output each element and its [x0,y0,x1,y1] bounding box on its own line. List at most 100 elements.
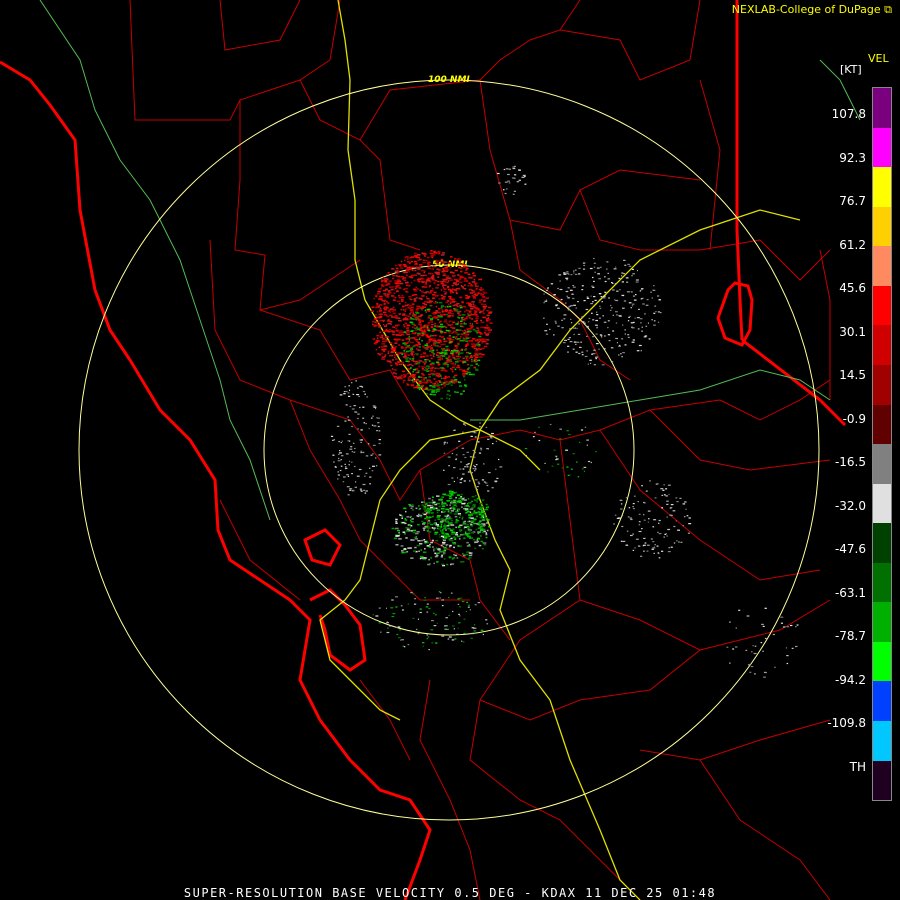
echo-pixel [478,331,482,334]
echo-pixel [410,341,414,344]
echo-pixel [410,592,413,594]
echo-pixel [395,535,399,537]
echo-pixel [410,383,415,386]
echo-pixel [340,459,342,461]
echo-pixel [397,626,401,628]
echo-pixel [431,321,433,323]
echo-pixel [565,277,569,279]
echo-pixel [446,337,449,339]
echo-pixel [547,471,549,473]
echo-pixel [421,501,423,503]
echo-pixel [410,521,414,523]
echo-pixel [638,513,641,515]
echo-pixel [482,514,484,516]
echo-pixel [559,288,563,291]
echo-pixel [455,526,457,529]
echo-pixel [633,495,636,497]
echo-pixel [403,277,407,279]
echo-pixel [544,462,546,464]
echo-pixel [378,290,381,293]
echo-pixel [481,499,485,501]
echo-pixel [427,261,431,263]
echo-pixel [555,322,557,324]
echo-pixel [615,337,618,340]
echo-pixel [477,497,480,500]
echo-pixel [478,301,482,303]
echo-pixel [467,273,471,276]
echo-pixel [590,461,592,464]
echo-pixel [438,505,441,508]
echo-pixel [416,348,418,350]
echo-pixel [449,529,454,532]
echo-pixel [460,320,463,323]
echo-pixel [382,277,385,279]
echo-pixel [631,303,635,305]
echo-pixel [443,547,447,549]
echo-pixel [443,526,447,528]
echo-pixel [410,306,414,309]
echo-pixel [614,283,617,285]
echo-pixel [411,303,415,305]
echo-pixel [421,326,425,329]
echo-pixel [471,281,475,283]
echo-pixel [596,311,598,313]
echo-pixel [397,275,400,278]
color-bar-segment [873,523,891,563]
echo-pixel [353,451,356,453]
echo-pixel [344,463,346,465]
echo-pixel [380,315,382,318]
echo-pixel [397,286,401,289]
echo-pixel [413,386,416,389]
echo-pixel [442,274,446,277]
echo-pixel [431,385,436,387]
color-bar-segment [873,88,891,128]
echo-pixel [383,293,387,295]
echo-pixel [524,448,528,450]
echo-pixel [446,363,449,366]
echo-pixel [615,322,618,324]
echo-pixel [447,524,450,527]
echo-pixel [397,280,402,282]
echo-pixel [601,301,603,303]
echo-pixel [475,319,478,322]
echo-pixel [473,355,476,357]
echo-pixel [464,379,466,381]
echo-pixel [355,411,358,413]
echo-pixel [440,326,443,328]
echo-pixel [469,537,474,539]
echo-pixel [441,283,444,285]
echo-pixel [396,334,400,336]
echo-pixel [485,506,488,509]
echo-pixel [427,277,431,280]
echo-pixel [451,490,454,493]
echo-pixel [479,333,483,335]
echo-pixel [459,615,461,617]
echo-pixel [447,456,451,458]
echo-pixel [438,298,441,300]
echo-pixel [587,321,590,323]
echo-pixel [476,489,478,491]
echo-pixel [418,370,420,373]
echo-pixel [425,606,429,608]
echo-pixel [445,345,449,348]
echo-pixel [573,272,575,274]
echo-pixel [398,296,402,299]
echo-pixel [454,379,458,381]
credit-text[interactable]: NEXLAB-College of DuPage ⧉ [732,3,892,17]
echo-pixel [446,504,448,506]
echo-pixel [428,346,431,348]
echo-pixel [443,443,446,445]
echo-pixel [402,381,405,384]
echo-pixel [453,546,455,549]
echo-pixel [465,355,469,358]
echo-pixel [410,367,412,369]
echo-pixel [435,381,438,383]
echo-pixel [420,555,424,558]
echo-pixel [410,260,413,263]
echo-pixel [441,496,444,498]
echo-pixel [455,458,457,461]
echo-pixel [452,508,456,510]
echo-pixel [486,519,490,521]
echo-pixel [461,502,465,505]
echo-pixel [347,475,350,477]
